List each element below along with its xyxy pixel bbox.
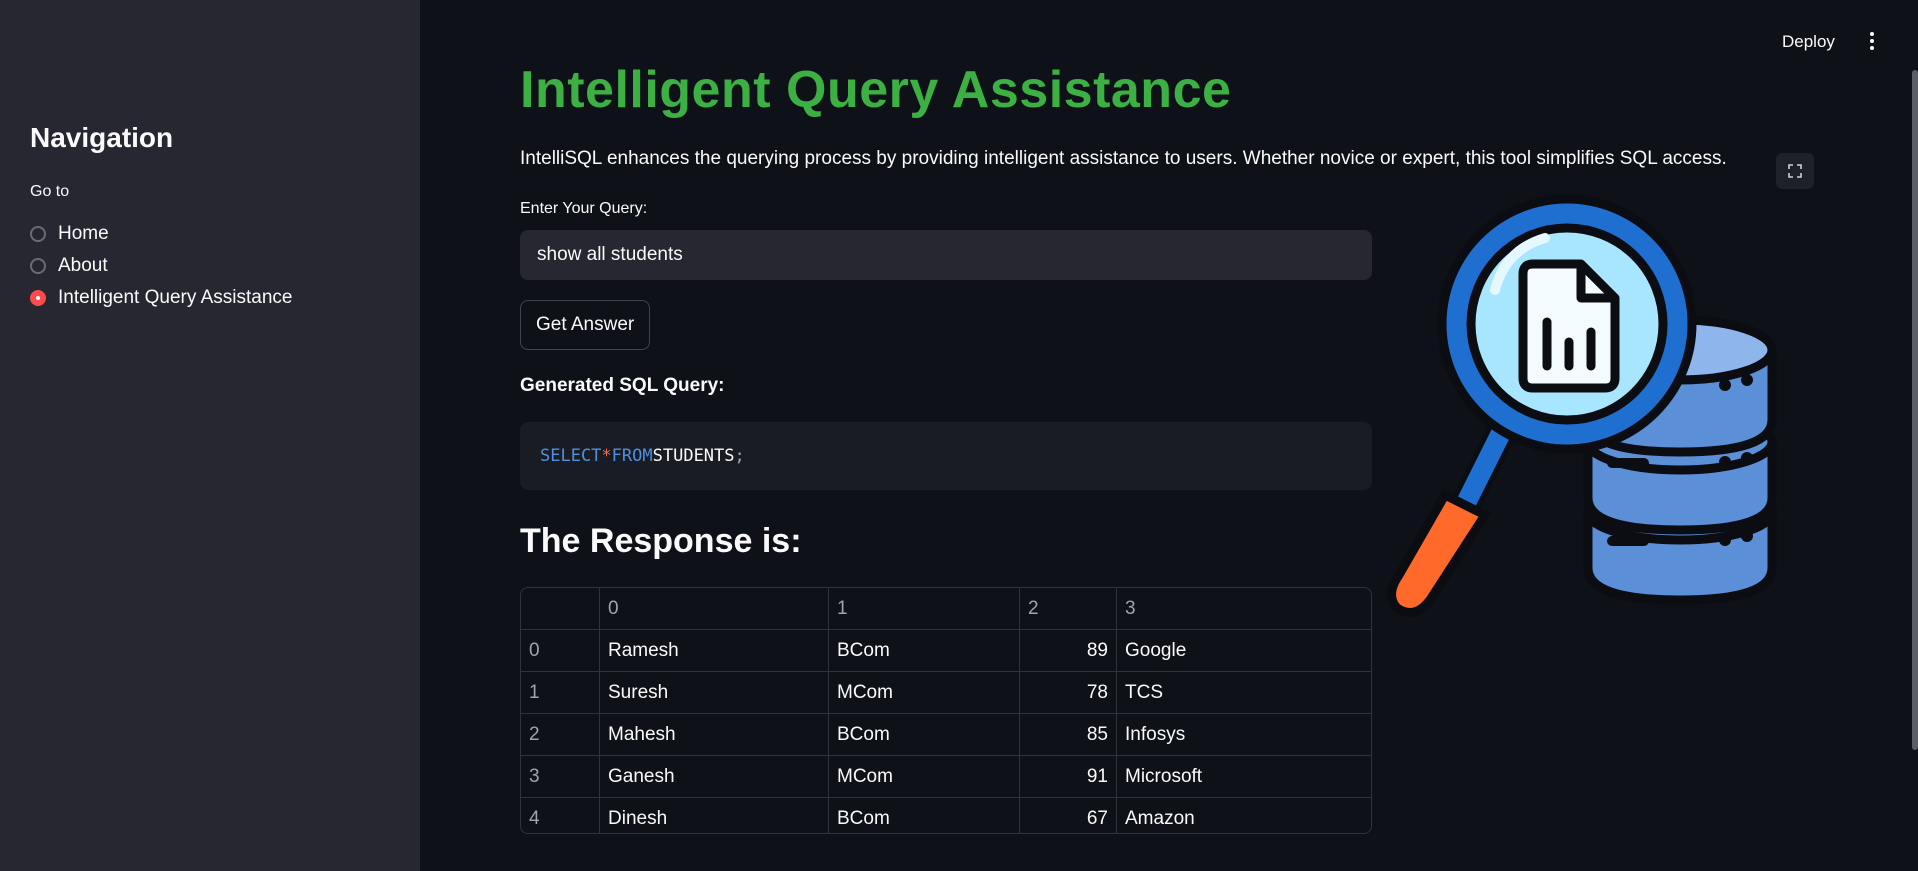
query-label: Enter Your Query: [520, 200, 648, 217]
deploy-button[interactable]: Deploy [1776, 28, 1841, 56]
row-index: 0 [521, 629, 600, 672]
page-title: Intelligent Query Assistance [520, 61, 1232, 119]
fullscreen-icon[interactable] [1776, 153, 1814, 189]
table-header-row: 0 1 2 3 [521, 588, 1371, 630]
table-cell[interactable]: 89 [1019, 629, 1117, 672]
nav-option-about[interactable]: About [30, 250, 292, 282]
index-header [521, 588, 600, 630]
sql-code-block: SELECT * FROM STUDENTS; [520, 422, 1372, 490]
sidebar: Navigation Go to Home About Intelligent … [0, 0, 420, 871]
table-cell[interactable]: Microsoft [1116, 755, 1371, 798]
table-cell[interactable]: 78 [1019, 671, 1117, 714]
column-header[interactable]: 0 [599, 588, 829, 630]
table-cell[interactable]: 91 [1019, 755, 1117, 798]
response-dataframe[interactable]: 0 1 2 3 0 Ramesh BCom 89 Google 1 Suresh… [520, 587, 1372, 834]
sql-table-name: STUDENTS [652, 446, 735, 466]
page-description: IntelliSQL enhances the querying process… [520, 148, 1727, 169]
scrollbar[interactable] [1912, 70, 1918, 750]
sql-keyword-from: FROM [611, 446, 653, 466]
table-cell[interactable]: Suresh [599, 671, 829, 714]
table-cell[interactable]: MCom [828, 671, 1020, 714]
table-cell[interactable]: MCom [828, 755, 1020, 798]
row-index: 1 [521, 671, 600, 714]
sidebar-title: Navigation [30, 122, 174, 153]
nav-option-label: Home [58, 223, 109, 244]
nav-option-label: Intelligent Query Assistance [58, 287, 293, 308]
table-row: 3 Ganesh MCom 91 Microsoft [521, 755, 1371, 798]
table-cell[interactable]: Amazon [1117, 798, 1372, 834]
table-row: 1 Suresh MCom 78 TCS [521, 671, 1371, 714]
table-cell[interactable]: BCom [828, 797, 1020, 833]
nav-radio-group: Home About Intelligent Query Assistance [30, 218, 292, 314]
row-index: 4 [521, 797, 600, 833]
table-cell[interactable]: 67 [1019, 797, 1117, 833]
table-cell[interactable]: 85 [1019, 713, 1117, 756]
sql-star: * [601, 446, 612, 466]
column-header[interactable]: 2 [1019, 588, 1117, 630]
table-cell[interactable]: TCS [1116, 671, 1371, 714]
table-cell[interactable]: BCom [828, 629, 1020, 672]
table-cell[interactable]: Dinesh [599, 797, 829, 833]
table-cell[interactable]: Infosys [1116, 713, 1371, 756]
table-row: 0 Ramesh BCom 89 Google [521, 629, 1371, 672]
row-index: 2 [521, 713, 600, 756]
table-row: 2 Mahesh BCom 85 Infosys [521, 713, 1371, 756]
sql-semicolon: ; [734, 446, 745, 466]
nav-option-home[interactable]: Home [30, 218, 292, 250]
table-row: 4 Dinesh BCom 67 Amazon [521, 797, 1372, 834]
table-cell[interactable]: Ganesh [599, 755, 829, 798]
query-input[interactable] [520, 230, 1372, 280]
table-cell[interactable]: Google [1116, 629, 1371, 672]
database-search-illustration [1387, 194, 1777, 617]
radio-selected-icon[interactable] [30, 290, 46, 306]
radio-unselected-icon[interactable] [30, 226, 46, 242]
radio-unselected-icon[interactable] [30, 258, 46, 274]
table-cell[interactable]: Mahesh [599, 713, 829, 756]
column-header[interactable]: 1 [828, 588, 1020, 630]
nav-option-label: About [58, 255, 108, 276]
generated-sql-label: Generated SQL Query: [520, 375, 725, 396]
row-index: 3 [521, 755, 600, 798]
response-title: The Response is: [520, 522, 802, 560]
table-cell[interactable]: BCom [828, 713, 1020, 756]
nav-option-intelligent-query-assistance[interactable]: Intelligent Query Assistance [30, 282, 292, 314]
sql-keyword-select: SELECT [540, 446, 602, 466]
table-cell[interactable]: Ramesh [599, 629, 829, 672]
column-header[interactable]: 3 [1116, 588, 1371, 630]
get-answer-button[interactable]: Get Answer [520, 300, 651, 350]
kebab-menu-icon[interactable] [1866, 30, 1878, 54]
goto-label: Go to [30, 183, 70, 200]
